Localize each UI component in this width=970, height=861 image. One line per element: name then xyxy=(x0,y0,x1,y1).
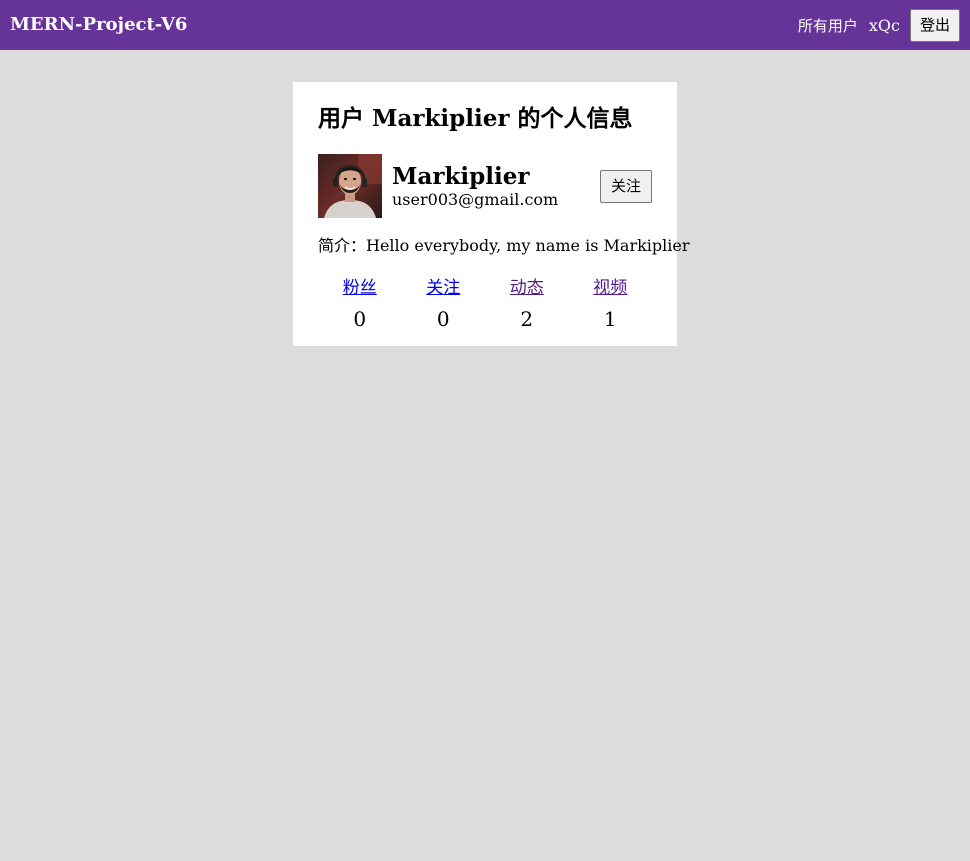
stat-followers: 粉丝 0 xyxy=(318,276,402,332)
stat-videos-link[interactable]: 视频 xyxy=(593,276,627,300)
stat-following: 关注 0 xyxy=(402,276,486,332)
profile-username: Markiplier xyxy=(392,163,530,190)
stat-videos: 视频 1 xyxy=(569,276,653,332)
profile-email: user003@gmail.com xyxy=(392,190,559,209)
nav-all-users-link[interactable]: 所有用户 xyxy=(798,15,858,36)
stat-posts-count: 2 xyxy=(520,307,534,331)
profile-card: 用户 Markiplier 的个人信息 Markiplier user003@g… xyxy=(293,82,690,346)
stat-followers-link[interactable]: 粉丝 xyxy=(343,276,377,300)
stat-followers-count: 0 xyxy=(353,307,367,331)
follow-button[interactable]: 关注 xyxy=(600,170,653,203)
page-title: 用户 Markiplier 的个人信息 xyxy=(318,105,633,132)
stat-posts: 动态 2 xyxy=(485,276,569,332)
avatar-image xyxy=(318,154,382,218)
avatar xyxy=(318,154,382,218)
top-navbar: MERN-Project-V6 所有用户 xQc 登出 xyxy=(0,0,970,50)
logout-button[interactable]: 登出 xyxy=(909,8,960,42)
stat-videos-count: 1 xyxy=(603,307,617,331)
profile-bio: 简介：Hello everybody, my name is Markiplie… xyxy=(318,236,690,255)
brand-logo[interactable]: MERN-Project-V6 xyxy=(10,13,187,37)
stat-following-count: 0 xyxy=(436,307,450,331)
stat-following-link[interactable]: 关注 xyxy=(426,276,460,300)
nav-right: 所有用户 xQc 登出 xyxy=(798,8,960,42)
stat-posts-link[interactable]: 动态 xyxy=(510,276,544,300)
profile-stats: 粉丝 0 关注 0 动态 2 视频 1 xyxy=(318,276,652,332)
current-user-link[interactable]: xQc xyxy=(869,16,900,35)
